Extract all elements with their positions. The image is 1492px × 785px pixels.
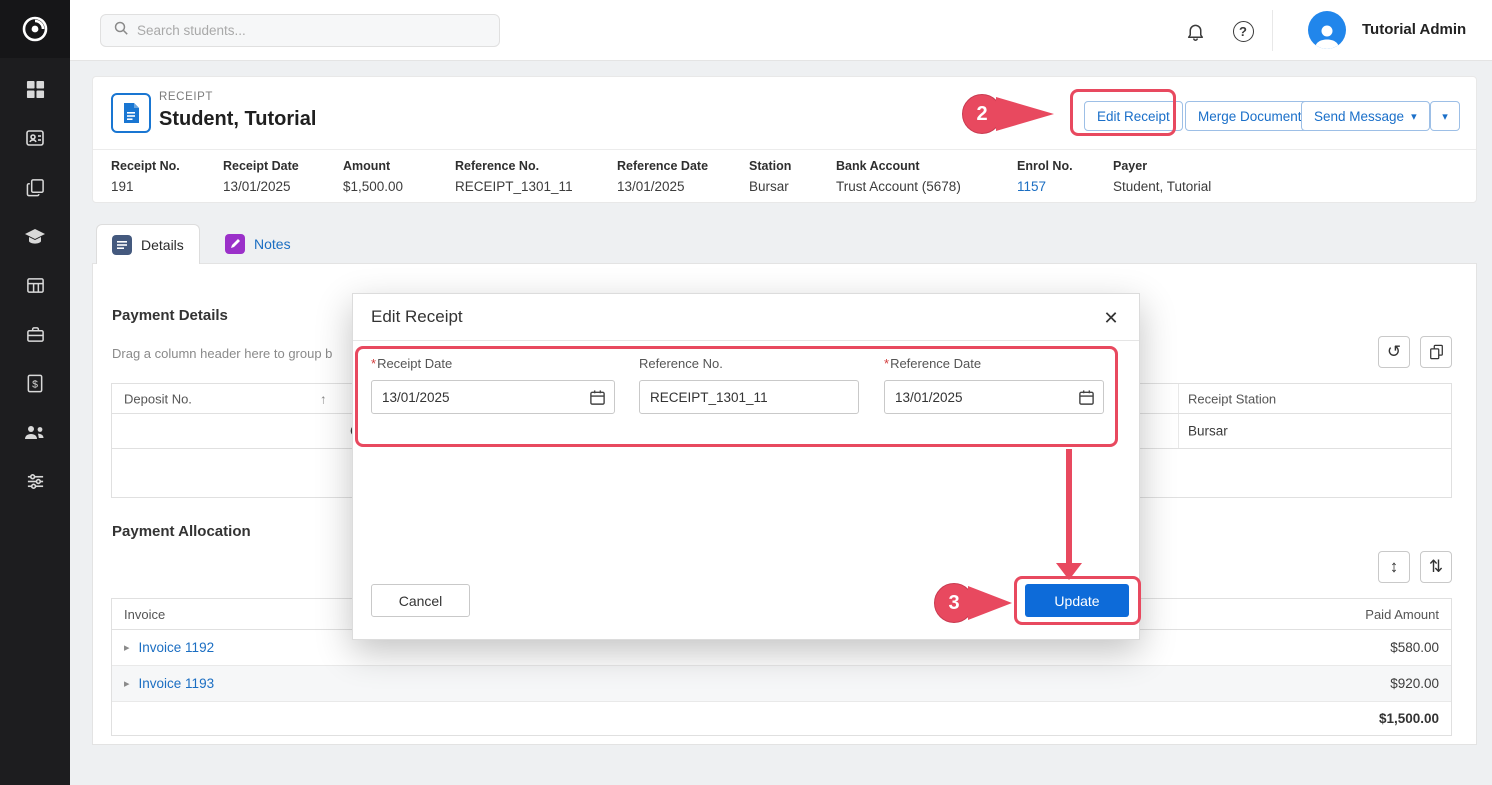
app-window: $ ? Tutorial Admin [0, 0, 1492, 785]
cancel-button[interactable]: Cancel [371, 584, 470, 617]
sidebar-item-contacts[interactable] [23, 127, 47, 149]
calendar-icon[interactable] [1078, 389, 1095, 411]
update-button[interactable]: Update [1025, 584, 1129, 617]
receipt-header-card: RECEIPT Student, Tutorial Edit Receipt M… [92, 76, 1477, 203]
notes-tab-icon [225, 234, 245, 254]
row-expander-icon[interactable]: ▸ [124, 677, 130, 690]
merge-document-button[interactable]: Merge Document [1185, 101, 1315, 131]
record-type-label: RECEIPT [159, 91, 213, 103]
export-copy-button[interactable] [1420, 336, 1452, 368]
required-marker: * [884, 356, 889, 371]
field-bank-account: Bank AccountTrust Account (5678) [836, 159, 961, 194]
column-divider [1178, 414, 1179, 448]
notifications-button[interactable] [1180, 16, 1210, 46]
sidebar-item-documents[interactable] [23, 176, 47, 198]
edit-receipt-button[interactable]: Edit Receipt [1084, 101, 1183, 131]
collapse-all-rows-button[interactable]: ⇅ [1420, 551, 1452, 583]
receipt-station-column-header[interactable]: Receipt Station [1188, 391, 1276, 406]
history-icon: ↺ [1387, 342, 1401, 362]
bell-icon [1185, 21, 1206, 42]
field-payer: PayerStudent, Tutorial [1113, 159, 1211, 194]
dialog-title: Edit Receipt [371, 307, 463, 327]
invoice-column-header[interactable]: Invoice [124, 607, 165, 622]
reference-no-field: Reference No. [639, 356, 859, 414]
collapse-all-icon: ⇅ [1429, 557, 1443, 577]
logo-icon [19, 13, 51, 45]
help-icon: ? [1233, 21, 1254, 42]
sidebar-item-tables[interactable] [23, 274, 47, 296]
column-divider [1178, 384, 1179, 413]
receipt-date-input[interactable] [372, 390, 614, 405]
table-row[interactable]: ▸ Invoice 1193 $920.00 [112, 666, 1451, 702]
edit-receipt-dialog: Edit Receipt ✕ *Receipt Date Reference N… [352, 293, 1140, 640]
expand-all-icon: ↕ [1390, 557, 1399, 577]
receipt-doc-icon [111, 93, 151, 133]
receipt-station-cell: Bursar [1188, 424, 1228, 439]
more-actions-button[interactable]: ▾ [1430, 101, 1460, 131]
tab-notes-label: Notes [254, 236, 291, 252]
sidebar-item-billing[interactable]: $ [23, 372, 47, 394]
field-receipt-date: Receipt Date13/01/2025 [223, 159, 299, 194]
paid-amount-column-header[interactable]: Paid Amount [1365, 607, 1439, 622]
field-amount: Amount$1,500.00 [343, 159, 403, 194]
receipt-summary-row: Receipt No.191 Receipt Date13/01/2025 Am… [93, 149, 1476, 204]
sort-asc-icon[interactable]: ↑ [320, 391, 327, 406]
row-expander-icon[interactable]: ▸ [124, 641, 130, 654]
field-station: StationBursar [749, 159, 791, 194]
receipt-date-field: *Receipt Date [371, 356, 615, 414]
tab-details[interactable]: Details [96, 224, 200, 264]
dialog-header: Edit Receipt ✕ [353, 294, 1139, 341]
group-by-hint: Drag a column header here to group b [112, 346, 332, 361]
send-message-label: Send Message [1314, 109, 1404, 124]
user-name[interactable]: Tutorial Admin [1362, 21, 1466, 38]
tab-details-label: Details [141, 237, 184, 253]
topbar-divider [1272, 10, 1273, 51]
required-marker: * [371, 356, 376, 371]
paid-amount-total: $1,500.00 [112, 702, 1451, 735]
sidebar-item-hr[interactable] [23, 323, 47, 345]
payment-details-heading: Payment Details [112, 307, 228, 324]
details-tab-icon [112, 235, 132, 255]
reference-date-field: *Reference Date [884, 356, 1104, 414]
help-button[interactable]: ? [1228, 16, 1258, 46]
expand-all-rows-button[interactable]: ↕ [1378, 551, 1410, 583]
payment-allocation-heading: Payment Allocation [112, 523, 251, 540]
calendar-icon[interactable] [589, 389, 606, 411]
chevron-down-icon: ▾ [1411, 110, 1417, 123]
deposit-no-column-header[interactable]: Deposit No. [124, 391, 192, 406]
enrol-no-link[interactable]: 1157 [1017, 179, 1073, 194]
sidebar-item-people[interactable] [23, 421, 47, 443]
tab-notes[interactable]: Notes [210, 224, 306, 264]
search-input[interactable] [137, 23, 487, 38]
history-button[interactable]: ↺ [1378, 336, 1410, 368]
student-search[interactable] [100, 14, 500, 47]
field-receipt-no: Receipt No.191 [111, 159, 180, 194]
sidebar: $ [0, 0, 70, 785]
paid-amount-cell: $580.00 [1390, 640, 1439, 655]
sidebar-item-settings[interactable] [23, 470, 47, 492]
chevron-down-icon: ▾ [1442, 110, 1448, 123]
copy-icon [1429, 344, 1444, 360]
sidebar-item-dashboard[interactable] [23, 78, 47, 100]
reference-date-input[interactable] [885, 390, 1103, 405]
paid-amount-cell: $920.00 [1390, 676, 1439, 691]
invoice-link[interactable]: Invoice 1193 [139, 676, 215, 691]
invoice-link[interactable]: Invoice 1192 [139, 640, 215, 655]
svg-text:$: $ [32, 379, 38, 390]
sidebar-item-courses[interactable] [23, 225, 47, 247]
send-message-button[interactable]: Send Message ▾ [1301, 101, 1430, 131]
field-enrol-no: Enrol No.1157 [1017, 159, 1073, 194]
page-title: Student, Tutorial [159, 108, 316, 131]
app-logo[interactable] [0, 0, 70, 58]
user-avatar[interactable] [1308, 11, 1346, 49]
topbar: ? Tutorial Admin [70, 0, 1492, 61]
reference-no-input[interactable] [640, 390, 858, 405]
field-reference-date: Reference Date13/01/2025 [617, 159, 708, 194]
user-icon [1312, 21, 1342, 49]
field-reference-no: Reference No.RECEIPT_1301_11 [455, 159, 573, 194]
close-icon[interactable]: ✕ [1099, 306, 1123, 330]
search-icon [113, 20, 129, 41]
